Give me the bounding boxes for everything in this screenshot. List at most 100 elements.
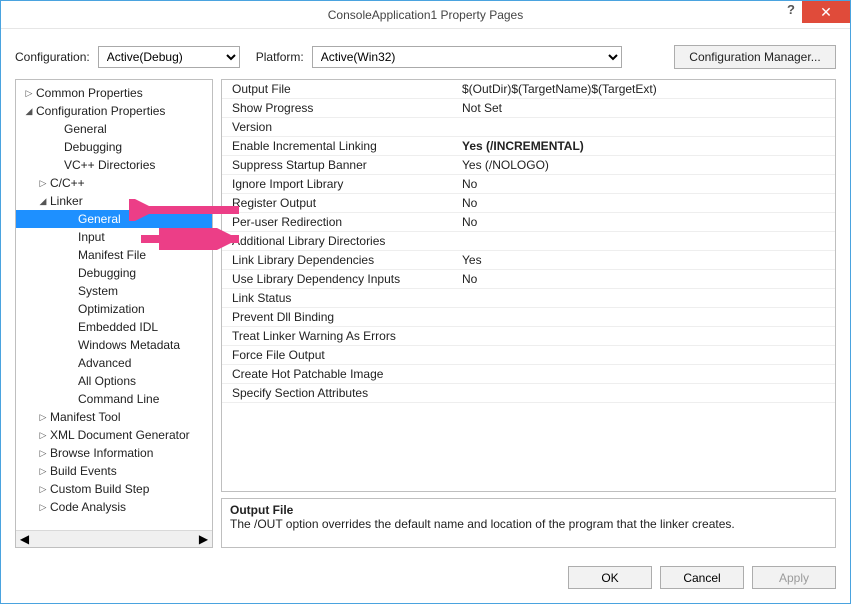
tree-item-label: Windows Metadata [78,338,180,352]
tree-item-label: Build Events [50,464,117,478]
tree-item[interactable]: Optimization [16,300,212,318]
caret-icon[interactable]: ▷ [38,412,48,423]
tree-item[interactable]: Debugging [16,264,212,282]
tree-item-label: Custom Build Step [50,482,149,496]
tree-item-label: Manifest Tool [50,410,120,424]
property-label: Additional Library Directories [232,234,462,248]
tree-item[interactable]: Command Line [16,390,212,408]
property-row[interactable]: Register OutputNo [222,194,835,213]
tree-item-label: General [78,212,121,226]
property-label: Enable Incremental Linking [232,139,462,153]
tree-item[interactable]: ◢Configuration Properties [16,102,212,120]
property-value[interactable]: No [462,196,835,210]
property-row[interactable]: Force File Output [222,346,835,365]
caret-icon[interactable]: ◢ [24,106,34,117]
property-row[interactable]: Per-user RedirectionNo [222,213,835,232]
description-title: Output File [230,503,827,517]
tree-item[interactable]: Embedded IDL [16,318,212,336]
property-value[interactable]: No [462,272,835,286]
property-row[interactable]: Link Library DependenciesYes [222,251,835,270]
property-value[interactable]: Yes (/NOLOGO) [462,158,835,172]
property-row[interactable]: Link Status [222,289,835,308]
caret-icon[interactable]: ▷ [38,448,48,459]
property-row[interactable]: Suppress Startup BannerYes (/NOLOGO) [222,156,835,175]
titlebar: ConsoleApplication1 Property Pages ? ✕ [1,1,850,29]
property-row[interactable]: Enable Incremental LinkingYes (/INCREMEN… [222,137,835,156]
tree-item[interactable]: ◢Linker [16,192,212,210]
property-row[interactable]: Show ProgressNot Set [222,99,835,118]
tree-item-label: VC++ Directories [64,158,155,172]
tree-item[interactable]: General [16,210,212,228]
tree-item-label: Debugging [78,266,136,280]
tree-panel: ▷Common Properties◢Configuration Propert… [15,79,213,548]
close-icon[interactable]: ✕ [802,1,850,23]
property-row[interactable]: Additional Library Directories [222,232,835,251]
tree-item[interactable]: All Options [16,372,212,390]
tree-item[interactable]: ▷Browse Information [16,444,212,462]
property-label: Create Hot Patchable Image [232,367,462,381]
property-row[interactable]: Ignore Import LibraryNo [222,175,835,194]
apply-button[interactable]: Apply [752,566,836,589]
tree-item-label: Optimization [78,302,145,316]
property-tree[interactable]: ▷Common Properties◢Configuration Propert… [16,80,212,530]
property-label: Force File Output [232,348,462,362]
horizontal-scrollbar[interactable]: ◀ ▶ [16,530,212,547]
tree-item[interactable]: ▷Custom Build Step [16,480,212,498]
tree-item-label: System [78,284,118,298]
tree-item[interactable]: ▷C/C++ [16,174,212,192]
property-grid[interactable]: Output File$(OutDir)$(TargetName)$(Targe… [221,79,836,492]
tree-item[interactable]: Manifest File [16,246,212,264]
property-row[interactable]: Version [222,118,835,137]
property-value[interactable]: No [462,177,835,191]
property-label: Use Library Dependency Inputs [232,272,462,286]
window-title: ConsoleApplication1 Property Pages [328,8,523,22]
tree-item[interactable]: ▷XML Document Generator [16,426,212,444]
cancel-button[interactable]: Cancel [660,566,744,589]
property-label: Specify Section Attributes [232,386,462,400]
caret-icon[interactable]: ▷ [38,178,48,189]
caret-icon[interactable]: ▷ [24,88,34,99]
tree-item-label: Debugging [64,140,122,154]
property-row[interactable]: Prevent Dll Binding [222,308,835,327]
scroll-right-icon[interactable]: ▶ [195,531,212,548]
tree-item[interactable]: ▷Build Events [16,462,212,480]
tree-item[interactable]: ▷Code Analysis [16,498,212,516]
help-icon[interactable]: ? [787,2,795,17]
caret-icon[interactable]: ▷ [38,502,48,513]
tree-item[interactable]: VC++ Directories [16,156,212,174]
property-value[interactable]: $(OutDir)$(TargetName)$(TargetExt) [462,82,835,96]
tree-item[interactable]: ▷Common Properties [16,84,212,102]
property-value[interactable]: Yes (/INCREMENTAL) [462,139,835,153]
caret-icon[interactable]: ▷ [38,466,48,477]
property-row[interactable]: Use Library Dependency InputsNo [222,270,835,289]
tree-item-label: Input [78,230,105,244]
property-row[interactable]: Create Hot Patchable Image [222,365,835,384]
property-value[interactable]: Yes [462,253,835,267]
configuration-manager-button[interactable]: Configuration Manager... [674,45,836,69]
tree-item[interactable]: Input [16,228,212,246]
property-row[interactable]: Output File$(OutDir)$(TargetName)$(Targe… [222,80,835,99]
property-row[interactable]: Treat Linker Warning As Errors [222,327,835,346]
caret-icon[interactable]: ◢ [38,196,48,207]
footer: OK Cancel Apply [1,558,850,603]
configuration-select[interactable]: Active(Debug) [98,46,240,68]
caret-icon[interactable]: ▷ [38,430,48,441]
property-label: Version [232,120,462,134]
property-row[interactable]: Specify Section Attributes [222,384,835,403]
caret-icon[interactable]: ▷ [38,484,48,495]
property-value[interactable]: No [462,215,835,229]
platform-select[interactable]: Active(Win32) [312,46,622,68]
tree-item[interactable]: Debugging [16,138,212,156]
tree-item[interactable]: Windows Metadata [16,336,212,354]
property-value[interactable]: Not Set [462,101,835,115]
tree-item-label: Command Line [78,392,159,406]
tree-item[interactable]: System [16,282,212,300]
tree-item[interactable]: General [16,120,212,138]
property-label: Ignore Import Library [232,177,462,191]
property-label: Suppress Startup Banner [232,158,462,172]
scroll-left-icon[interactable]: ◀ [16,531,33,548]
tree-item[interactable]: Advanced [16,354,212,372]
tree-item[interactable]: ▷Manifest Tool [16,408,212,426]
tree-item-label: General [64,122,107,136]
ok-button[interactable]: OK [568,566,652,589]
